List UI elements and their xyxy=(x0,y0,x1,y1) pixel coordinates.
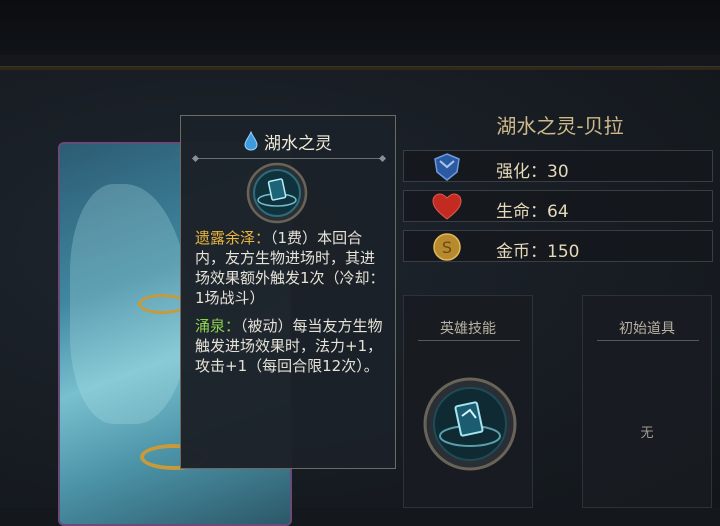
stat-enhance-text: 强化：30 xyxy=(496,162,569,182)
stat-gold-text: 金币：150 xyxy=(496,242,580,262)
top-band xyxy=(0,0,720,55)
ability-2-name: 涌泉： xyxy=(195,317,241,335)
svg-text:S: S xyxy=(442,238,452,257)
stat-health-text: 生命：64 xyxy=(496,202,569,222)
ability-1-cost: （1费） xyxy=(270,229,318,247)
gold-coin-icon: S xyxy=(433,233,461,261)
tooltip-title: 湖水之灵 xyxy=(264,133,332,154)
tooltip-divider xyxy=(191,154,387,163)
starting-item-panel: 初始道具 无 xyxy=(582,295,712,508)
stat-row-gold: S 金币：150 xyxy=(403,230,713,262)
ability-1: 遗露余泽：（1费）本回合内，友方生物进场时，其进场效果额外触发1次（冷却：1场战… xyxy=(195,228,387,308)
starting-item-value: 无 xyxy=(640,426,654,441)
tooltip-skill-icon xyxy=(246,162,308,224)
hero-skill-divider xyxy=(418,340,520,341)
hero-skill-panel: 英雄技能 xyxy=(403,295,533,508)
hero-skill-title: 英雄技能 xyxy=(440,321,496,337)
hero-skill-icon[interactable] xyxy=(422,376,518,472)
stat-row-health: 生命：64 xyxy=(403,190,713,222)
shield-icon xyxy=(434,153,460,181)
skill-tooltip: 湖水之灵 遗露余泽：（1费）本回合内，友方生物进场时，其进场效果额外触发1次（冷… xyxy=(180,115,396,469)
hero-name: 湖水之灵-贝拉 xyxy=(496,114,624,138)
heart-icon xyxy=(432,193,462,220)
tooltip-body: 遗露余泽：（1费）本回合内，友方生物进场时，其进场效果额外触发1次（冷却：1场战… xyxy=(195,228,387,384)
ability-1-name: 遗露余泽： xyxy=(195,229,271,247)
stat-row-enhance: 强化：30 xyxy=(403,150,713,182)
water-drop-icon xyxy=(244,131,258,151)
ability-2: 涌泉：（被动）每当友方生物触发进场效果时，法力+1，攻击+1（每回合限12次）。 xyxy=(195,316,387,376)
starting-item-divider xyxy=(597,340,699,341)
starting-item-title: 初始道具 xyxy=(619,321,675,337)
tooltip-header: 湖水之灵 xyxy=(181,128,395,154)
